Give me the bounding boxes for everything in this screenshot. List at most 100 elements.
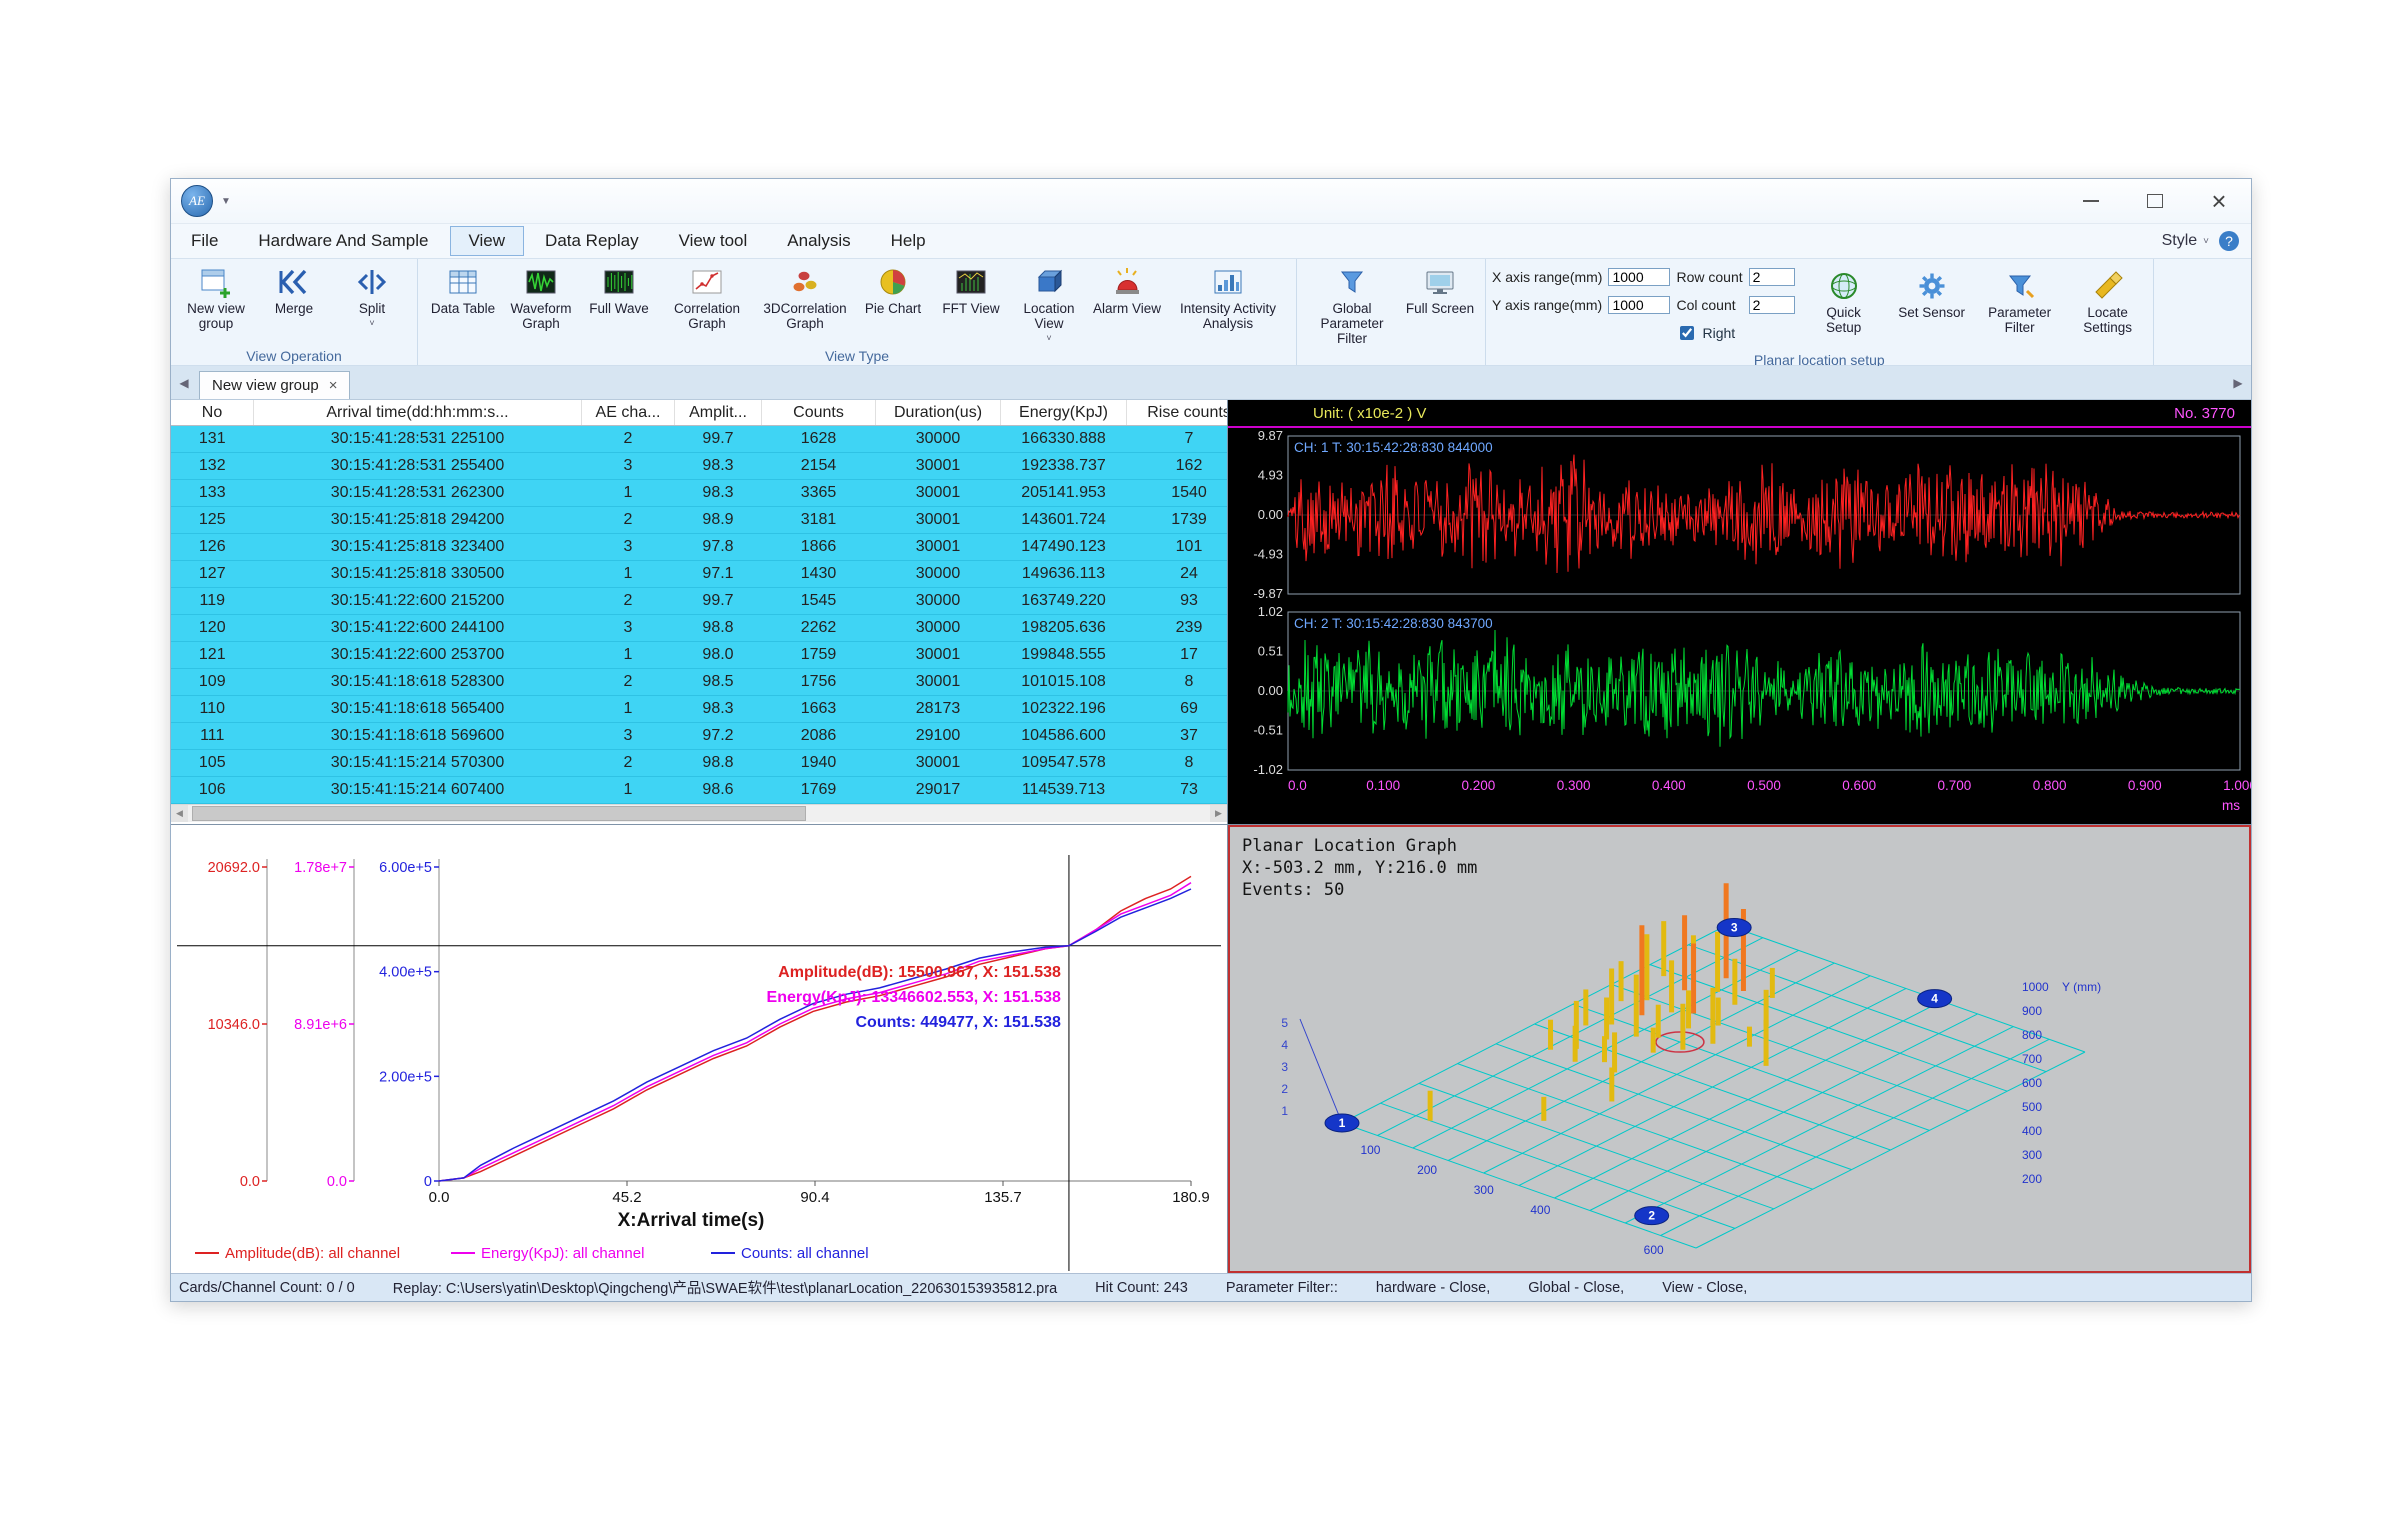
trend-chart-panel: 20692.010346.00.01.78e+78.91e+60.06.00e+… <box>171 825 1227 1273</box>
table-row[interactable]: 11130:15:41:18:618 569600397.22086291001… <box>171 723 1227 750</box>
workspace: NoArrival time(dd:hh:mm:s...AE cha...Amp… <box>171 400 2251 1273</box>
table-horizontal-scrollbar[interactable]: ◀ ▶ <box>171 804 1227 822</box>
menu-item-data-replay[interactable]: Data Replay <box>526 226 658 256</box>
column-header[interactable]: AE cha... <box>582 400 675 426</box>
style-caret-icon[interactable]: ˅ <box>2203 236 2209 247</box>
full-screen-icon <box>1423 265 1457 299</box>
tab-close-icon[interactable]: × <box>329 377 338 394</box>
scroll-right-icon[interactable]: ▶ <box>1210 805 1227 822</box>
x-axis-range-input[interactable] <box>1608 268 1670 286</box>
column-header[interactable]: No <box>171 400 254 426</box>
column-header[interactable]: Amplit... <box>675 400 762 426</box>
table-row[interactable]: 13230:15:41:28:531 255400398.32154300011… <box>171 453 1227 480</box>
scrollbar-thumb[interactable] <box>192 806 806 821</box>
tab-scroll-left-icon[interactable]: ◀ <box>171 366 197 399</box>
style-label[interactable]: Style <box>2162 232 2198 250</box>
app-logo: AE <box>181 185 213 217</box>
table-row[interactable]: 12030:15:41:22:600 244100398.82262300001… <box>171 615 1227 642</box>
correlation-graph-button[interactable]: Correlation Graph <box>658 261 756 348</box>
global-parameter-filter-button[interactable]: Global Parameter Filter <box>1303 261 1401 348</box>
fft-view-icon <box>954 265 988 299</box>
full-screen-button[interactable]: Full Screen <box>1401 261 1479 348</box>
row-count-input[interactable] <box>1749 268 1795 286</box>
location-view-button[interactable]: Location View ˅ <box>1010 261 1088 348</box>
table-row[interactable]: 11930:15:41:22:600 215200299.71545300001… <box>171 588 1227 615</box>
table-row[interactable]: 12130:15:41:22:600 253700198.01759300011… <box>171 642 1227 669</box>
menu-item-view-tool[interactable]: View tool <box>660 226 767 256</box>
table-row[interactable]: 12530:15:41:25:818 294200298.93181300011… <box>171 507 1227 534</box>
table-row[interactable]: 12730:15:41:25:818 330500197.11430300001… <box>171 561 1227 588</box>
hits-table: NoArrival time(dd:hh:mm:s...AE cha...Amp… <box>171 400 1227 804</box>
svg-text:-1.02: -1.02 <box>1253 762 1283 777</box>
trend-chart[interactable]: 20692.010346.00.01.78e+78.91e+60.06.00e+… <box>171 825 1227 1273</box>
ribbon-group-view-type: Data Table Waveform Graph Full Wave Corr… <box>418 259 1297 365</box>
svg-text:0.900: 0.900 <box>2128 778 2162 793</box>
help-icon[interactable]: ? <box>2219 231 2239 251</box>
column-header[interactable]: Duration(us) <box>876 400 1001 426</box>
full-wave-button[interactable]: Full Wave <box>580 261 658 348</box>
menu-item-file[interactable]: File <box>172 226 237 256</box>
waveform-graph-icon <box>524 265 558 299</box>
tab-new-view-group[interactable]: New view group × <box>199 371 350 399</box>
maximize-button[interactable] <box>2123 179 2187 223</box>
svg-text:180.9: 180.9 <box>1172 1189 1210 1206</box>
waveform-graph-button[interactable]: Waveform Graph <box>502 261 580 348</box>
status-hardware-filter: hardware - Close, <box>1376 1280 1490 1296</box>
svg-text:0.800: 0.800 <box>2033 778 2067 793</box>
menu-item-hardware-and-sample[interactable]: Hardware And Sample <box>239 226 447 256</box>
scroll-left-icon[interactable]: ◀ <box>171 805 188 822</box>
svg-text:700: 700 <box>2022 1052 2042 1066</box>
column-header[interactable]: Arrival time(dd:hh:mm:s... <box>254 400 582 426</box>
svg-text:0.0: 0.0 <box>327 1174 347 1190</box>
set-sensor-button[interactable]: Set Sensor <box>1893 265 1971 352</box>
svg-text:800: 800 <box>2022 1028 2042 1042</box>
tabstrip: ◀ New view group × ▶ <box>171 366 2251 400</box>
table-row[interactable]: 13130:15:41:28:531 225100299.71628300001… <box>171 426 1227 453</box>
quick-setup-button[interactable]: Quick Setup <box>1805 265 1883 352</box>
col-count-input[interactable] <box>1749 296 1795 314</box>
status-parameter-filter-label: Parameter Filter:: <box>1226 1280 1338 1296</box>
table-row[interactable]: 10630:15:41:15:214 607400198.61769290171… <box>171 777 1227 804</box>
split-dropdown-icon[interactable]: ˅ <box>369 318 374 328</box>
fft-view-button[interactable]: FFT View <box>932 261 1010 348</box>
svg-text:Amplitude(dB): 15500.967, X:: Amplitude(dB): 15500.967, X: 151.538 <box>778 964 1061 981</box>
statusbar: Cards/Channel Count: 0 / 0 Replay: C:\Us… <box>171 1273 2251 1301</box>
right-checkbox[interactable] <box>1680 326 1694 340</box>
location-view-dropdown-icon[interactable]: ˅ <box>1046 333 1051 343</box>
locate-settings-button[interactable]: Locate Settings <box>2069 265 2147 352</box>
menu-item-analysis[interactable]: Analysis <box>768 226 869 256</box>
waveform-plot[interactable]: 9.874.930.00-4.93-9.87CH: 1 T: 30:15:42:… <box>1228 428 2251 824</box>
table-row[interactable]: 13330:15:41:28:531 262300198.33365300012… <box>171 480 1227 507</box>
quick-access-caret-icon[interactable]: ▼ <box>221 196 231 207</box>
data-table-button[interactable]: Data Table <box>424 261 502 348</box>
y-axis-range-input[interactable] <box>1608 296 1670 314</box>
column-header[interactable]: Counts <box>762 400 876 426</box>
column-header[interactable]: Energy(KpJ) <box>1001 400 1127 426</box>
minimize-button[interactable] <box>2059 179 2123 223</box>
table-row[interactable]: 10930:15:41:18:618 528300298.51756300011… <box>171 669 1227 696</box>
column-header[interactable]: Rise counts <box>1127 400 1228 426</box>
pie-chart-button[interactable]: Pie Chart <box>854 261 932 348</box>
table-row[interactable]: 12630:15:41:25:818 323400397.81866300011… <box>171 534 1227 561</box>
svg-text:-4.93: -4.93 <box>1253 547 1283 562</box>
alarm-view-button[interactable]: Alarm View <box>1088 261 1166 348</box>
split-button[interactable]: Split ˅ <box>333 261 411 348</box>
planar-titles: Planar Location Graph X:-503.2 mm, Y:216… <box>1242 835 1477 901</box>
new-view-group-button[interactable]: New view group <box>177 261 255 348</box>
table-row[interactable]: 11030:15:41:18:618 565400198.31663281731… <box>171 696 1227 723</box>
intensity-activity-analysis-button[interactable]: Intensity Activity Analysis <box>1166 261 1290 348</box>
menu-item-help[interactable]: Help <box>872 226 945 256</box>
tab-scroll-right-icon[interactable]: ▶ <box>2225 366 2251 399</box>
merge-button[interactable]: Merge <box>255 261 333 348</box>
waveform-trace-ch1 <box>1288 455 2240 573</box>
close-button[interactable]: × <box>2187 179 2251 223</box>
table-row[interactable]: 10530:15:41:15:214 570300298.81940300011… <box>171 750 1227 777</box>
menu-item-view[interactable]: View <box>450 226 525 256</box>
waveform-panel: Unit: ( x10e-2 ) V No. 3770 9.874.930.00… <box>1228 400 2251 824</box>
correlation-3d-graph-button[interactable]: 3DCorrelation Graph <box>756 261 854 348</box>
waveform-no-label: No. 3770 <box>2174 405 2235 422</box>
menubar: File Hardware And Sample View Data Repla… <box>171 224 2251 259</box>
svg-text:0.200: 0.200 <box>1462 778 1496 793</box>
parameter-filter-button[interactable]: Parameter Filter <box>1981 265 2059 352</box>
close-icon: × <box>2211 188 2226 214</box>
